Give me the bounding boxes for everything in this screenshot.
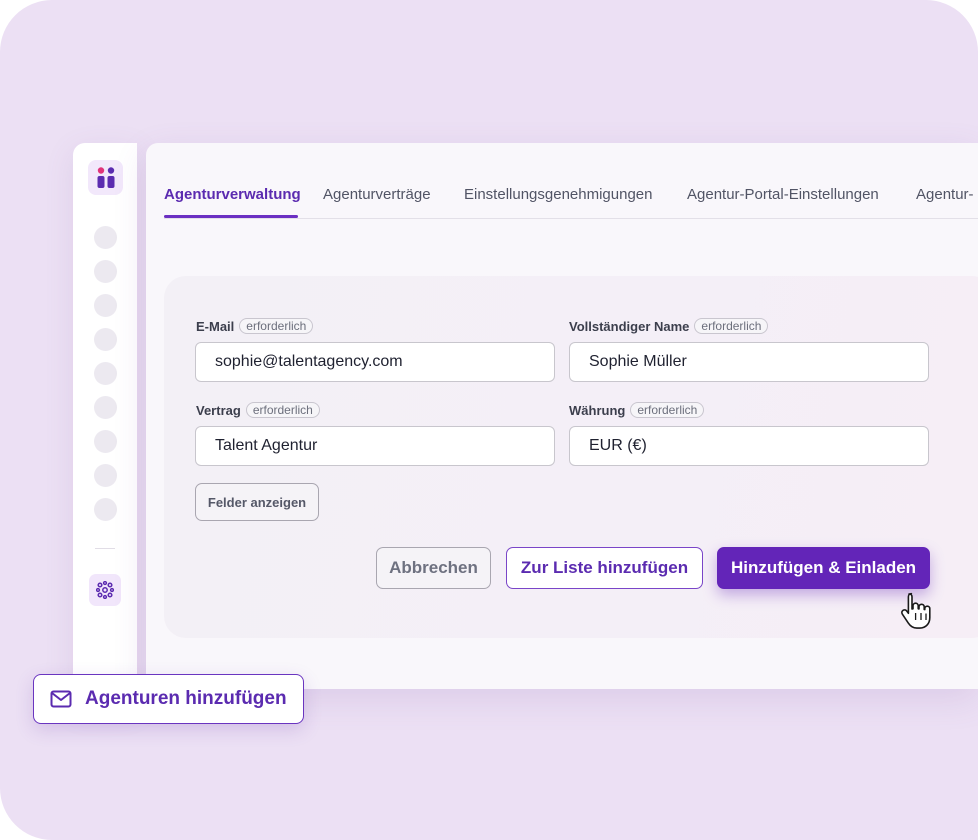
currency-label: Währung erforderlich [569, 402, 705, 418]
required-badge: erforderlich [694, 318, 769, 334]
email-field[interactable] [195, 342, 555, 382]
add-and-invite-button[interactable]: Hinzufügen & Einladen [717, 547, 930, 589]
add-to-list-button[interactable]: Zur Liste hinzufügen [506, 547, 703, 589]
main-panel: Agenturverwaltung Agenturverträge Einste… [146, 143, 978, 689]
required-badge: erforderlich [245, 402, 320, 418]
required-badge: erforderlich [239, 318, 314, 334]
active-tab-indicator [164, 215, 298, 218]
sidebar-nav-item[interactable] [94, 396, 117, 419]
currency-label-text: Währung [569, 402, 626, 418]
sidebar-settings-button[interactable] [89, 574, 121, 606]
app-logo[interactable] [88, 160, 123, 195]
full-name-label-text: Vollständiger Name [569, 318, 690, 334]
cancel-button[interactable]: Abbrechen [376, 547, 491, 589]
tab-agentur-portal-einstellungen[interactable]: Agentur-Portal-Einstellungen [687, 186, 879, 203]
tab-bar: Agenturverwaltung Agenturverträge Einste… [164, 143, 978, 219]
network-settings-icon [96, 581, 114, 599]
email-label-text: E-Mail [196, 318, 235, 334]
currency-field[interactable] [569, 426, 929, 466]
full-name-label: Vollständiger Name erforderlich [569, 318, 769, 334]
show-fields-button[interactable]: Felder anzeigen [195, 483, 319, 521]
required-badge: erforderlich [630, 402, 705, 418]
sidebar-nav-item[interactable] [94, 430, 117, 453]
contract-field[interactable] [195, 426, 555, 466]
people-logo-icon [97, 166, 114, 188]
sidebar-nav-item[interactable] [94, 464, 117, 487]
hand-pointer-cursor-icon [901, 592, 931, 629]
sidebar-nav-item[interactable] [94, 260, 117, 283]
sidebar [73, 143, 137, 703]
full-name-field[interactable] [569, 342, 929, 382]
email-label: E-Mail erforderlich [196, 318, 314, 334]
tab-agenturverwaltung[interactable]: Agenturverwaltung [164, 186, 301, 203]
sidebar-nav-item[interactable] [94, 328, 117, 351]
mail-icon [50, 690, 72, 708]
contract-label: Vertrag erforderlich [196, 402, 320, 418]
add-agencies-label: Agenturen hinzufügen [85, 688, 287, 709]
sidebar-divider [95, 548, 115, 549]
add-agency-form: E-Mail erforderlich Vollständiger Name e… [164, 276, 978, 638]
sidebar-nav-item[interactable] [94, 498, 117, 521]
sidebar-nav-item[interactable] [94, 362, 117, 385]
tab-agentur-more[interactable]: Agentur- [916, 186, 974, 203]
tab-agenturvertraege[interactable]: Agenturverträge [323, 186, 431, 203]
sidebar-nav-item[interactable] [94, 294, 117, 317]
tab-einstellungsgenehmigungen[interactable]: Einstellungsgenehmigungen [464, 186, 652, 203]
stage-background: Agenturverwaltung Agenturverträge Einste… [0, 0, 978, 840]
add-agencies-chip[interactable]: Agenturen hinzufügen [33, 674, 304, 724]
sidebar-nav-item[interactable] [94, 226, 117, 249]
contract-label-text: Vertrag [196, 402, 241, 418]
